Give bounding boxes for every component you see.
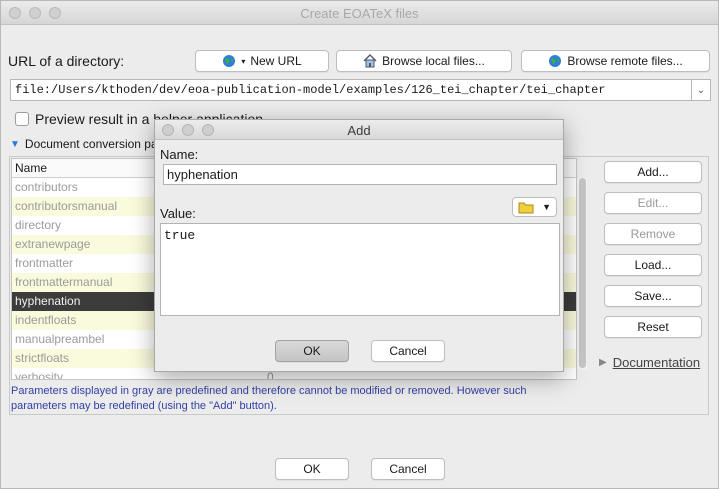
dialog-title-bar: Add <box>155 120 563 140</box>
value-textarea[interactable]: true <box>160 223 560 316</box>
home-icon <box>363 54 377 68</box>
name-input[interactable]: hyphenation <box>163 164 557 185</box>
disclosure-triangle-icon: ▼ <box>10 138 20 150</box>
param-name-cell: verbosity <box>15 370 64 380</box>
browse-remote-button[interactable]: Browse remote files... <box>521 50 710 72</box>
ok-button[interactable]: OK <box>275 458 349 480</box>
url-history-dropdown[interactable]: ⌄ <box>692 79 711 101</box>
load-params-button[interactable]: Load... <box>604 254 702 276</box>
param-name-cell: hyphenation <box>15 294 81 308</box>
param-name-cell: frontmattermanual <box>15 275 113 289</box>
param-name-cell: extranewpage <box>15 237 91 251</box>
url-label: URL of a directory: <box>8 53 125 69</box>
param-name-cell: manualpreambel <box>15 332 105 346</box>
name-label: Name: <box>160 147 199 162</box>
documentation-label: Documentation <box>612 355 701 370</box>
preview-checkbox[interactable] <box>15 112 29 126</box>
save-params-button[interactable]: Save... <box>604 285 702 307</box>
params-scrollbar-thumb[interactable] <box>579 178 586 368</box>
new-url-button[interactable]: ▾ New URL <box>195 50 329 72</box>
new-url-label: New URL <box>250 54 302 68</box>
insert-file-button[interactable]: ▼ <box>512 197 557 217</box>
documentation-link[interactable]: ▶ Documentation <box>599 355 700 370</box>
param-name-cell: contributorsmanual <box>15 199 118 213</box>
add-dialog: Add Name: hyphenation Value: ▼ true OK C… <box>154 119 564 372</box>
edit-param-button[interactable]: Edit... <box>604 192 702 214</box>
disclosure-triangle-icon: ▶ <box>599 357 607 368</box>
chevron-down-icon: ⌄ <box>696 84 706 96</box>
cancel-button[interactable]: Cancel <box>371 458 445 480</box>
add-param-button[interactable]: Add... <box>604 161 702 183</box>
reset-params-button[interactable]: Reset <box>604 316 702 338</box>
window-title: Create EOATeX files <box>300 6 419 21</box>
chevron-down-icon: ▼ <box>542 202 551 212</box>
params-note: Parameters displayed in gray are predefi… <box>11 385 527 412</box>
param-name-cell: strictfloats <box>15 351 70 365</box>
param-name-cell: contributors <box>15 180 78 194</box>
value-label: Value: <box>160 206 196 221</box>
remove-param-button[interactable]: Remove <box>604 223 702 245</box>
dialog-ok-button[interactable]: OK <box>275 340 349 362</box>
param-name-cell: frontmatter <box>15 256 74 270</box>
browse-local-button[interactable]: Browse local files... <box>336 50 512 72</box>
dialog-cancel-button[interactable]: Cancel <box>371 340 445 362</box>
browse-remote-label: Browse remote files... <box>567 54 683 68</box>
globe-icon <box>549 55 562 67</box>
url-field[interactable]: file:/Users/kthoden/dev/eoa-publication-… <box>10 79 692 101</box>
title-bar: Create EOATeX files <box>1 1 718 25</box>
browse-local-label: Browse local files... <box>382 54 485 68</box>
param-name-cell: indentfloats <box>15 313 77 327</box>
globe-icon <box>223 55 236 67</box>
chevron-down-icon: ▾ <box>241 56 246 66</box>
folder-icon <box>518 202 534 213</box>
dialog-title: Add <box>347 123 371 138</box>
param-name-cell: directory <box>15 218 62 232</box>
